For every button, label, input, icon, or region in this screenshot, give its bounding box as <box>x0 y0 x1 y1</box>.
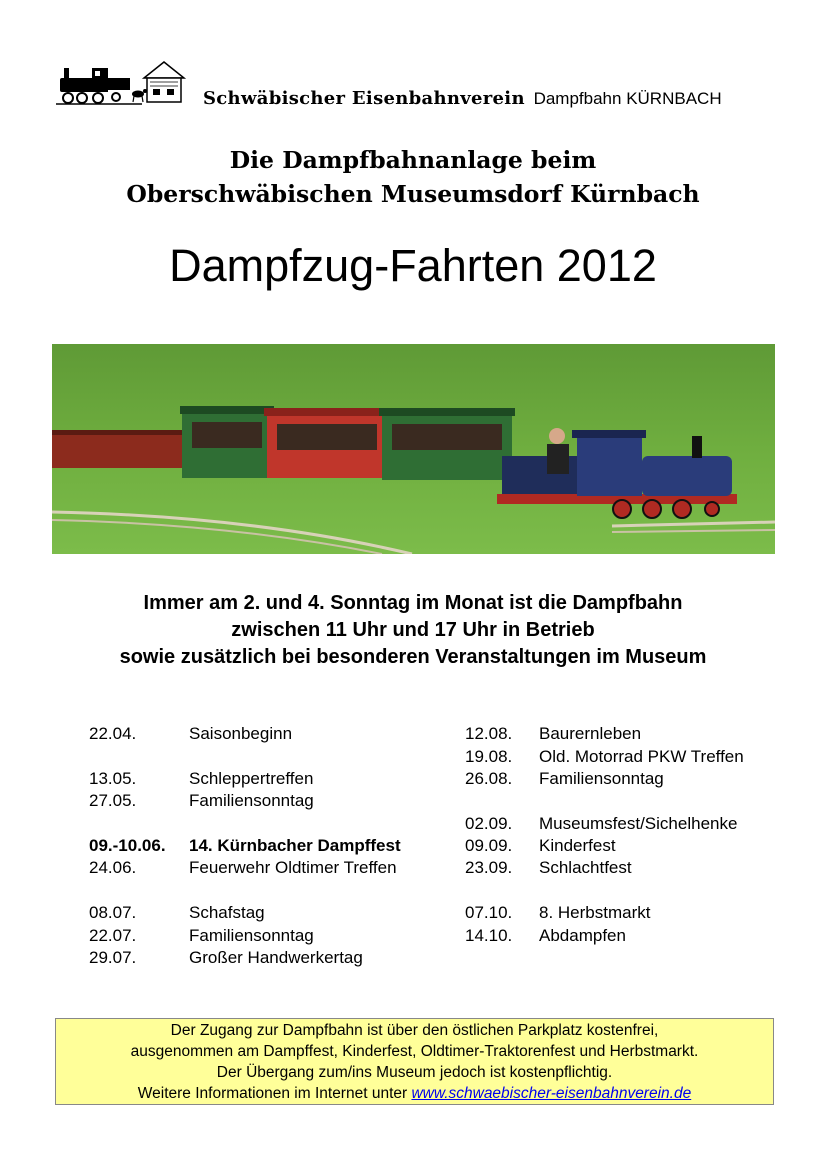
event-date: 19.08. <box>465 747 513 766</box>
info-line-1: Der Zugang zur Dampfbahn ist über den ös… <box>170 1022 659 1039</box>
org-name: Schwäbischer Eisenbahnverein <box>203 88 525 109</box>
event-name: Familiensonntag <box>189 926 314 945</box>
event-name: Kinderfest <box>539 836 616 855</box>
schedule-info-line-2: zwischen 11 Uhr und 17 Uhr in Betrieb <box>231 619 595 641</box>
event-name: Familiensonntag <box>189 791 314 810</box>
event-name: Museumsfest/Sichelhenke <box>539 814 738 833</box>
headline-line-2: Oberschwäbischen Museumsdorf Kürnbach <box>126 180 700 208</box>
event-name: Großer Handwerkertag <box>189 948 363 967</box>
train-photo <box>52 344 775 554</box>
event-date: 02.09. <box>465 814 513 833</box>
schedule-info-line-3: sowie zusätzlich bei besonderen Veransta… <box>119 646 707 668</box>
info-line-4-prefix: Weitere Informationen im Internet unter <box>137 1085 408 1102</box>
headline: Die Dampfbahnanlage beim Oberschwäbische… <box>0 143 826 211</box>
event-name: Old. Motorrad PKW Treffen <box>539 747 744 766</box>
logo-locomotive-icon <box>56 61 187 105</box>
event-date: 29.07. <box>89 948 137 967</box>
org-header: Schwäbischer Eisenbahnverein Dampfbahn K… <box>203 88 722 109</box>
event-date: 14.10. <box>465 926 513 945</box>
event-name: Baurernleben <box>539 724 642 743</box>
event-date: 22.07. <box>89 926 137 945</box>
event-name: Abdampfen <box>539 926 626 945</box>
event-date: 26.08. <box>465 769 513 788</box>
org-subtitle: Dampfbahn KÜRNBACH <box>533 89 722 108</box>
event-date: 22.04. <box>89 724 137 743</box>
event-name: Schlachtfest <box>539 858 632 877</box>
event-date: 23.09. <box>465 858 513 877</box>
event-name: Schafstag <box>189 903 265 922</box>
info-line-2: ausgenommen am Dampffest, Kinderfest, Ol… <box>130 1043 699 1060</box>
event-date: 27.05. <box>89 791 137 810</box>
event-name: 14. Kürnbacher Dampffest <box>189 836 401 855</box>
event-name: Feuerwehr Oldtimer Treffen <box>189 858 397 877</box>
event-date: 12.08. <box>465 724 513 743</box>
event-date: 09.09. <box>465 836 513 855</box>
event-date: 09.-10.06. <box>89 836 166 855</box>
info-line-3: Der Übergang zum/ins Museum jedoch ist k… <box>216 1064 613 1081</box>
page-title: Dampfzug-Fahrten 2012 <box>169 240 657 291</box>
event-name: Schleppertreffen <box>189 769 314 788</box>
info-line-4: Weitere Informationen im Internet unter … <box>56 1083 773 1104</box>
event-name: Saisonbeginn <box>189 724 293 743</box>
event-date: 24.06. <box>89 858 137 877</box>
schedule-info-line-1: Immer am 2. und 4. Sonntag im Monat ist … <box>143 592 683 614</box>
event-date: 07.10. <box>465 903 513 922</box>
website-link[interactable]: www.schwaebischer-eisenbahnverein.de <box>411 1085 691 1102</box>
info-box: Der Zugang zur Dampfbahn ist über den ös… <box>55 1018 774 1105</box>
schedule-info: Immer am 2. und 4. Sonntag im Monat ist … <box>0 590 826 671</box>
event-name: Familiensonntag <box>539 769 664 788</box>
event-date: 13.05. <box>89 769 137 788</box>
event-date: 08.07. <box>89 903 137 922</box>
headline-line-1: Die Dampfbahnanlage beim <box>229 146 597 174</box>
event-name: 8. Herbstmarkt <box>539 903 651 922</box>
